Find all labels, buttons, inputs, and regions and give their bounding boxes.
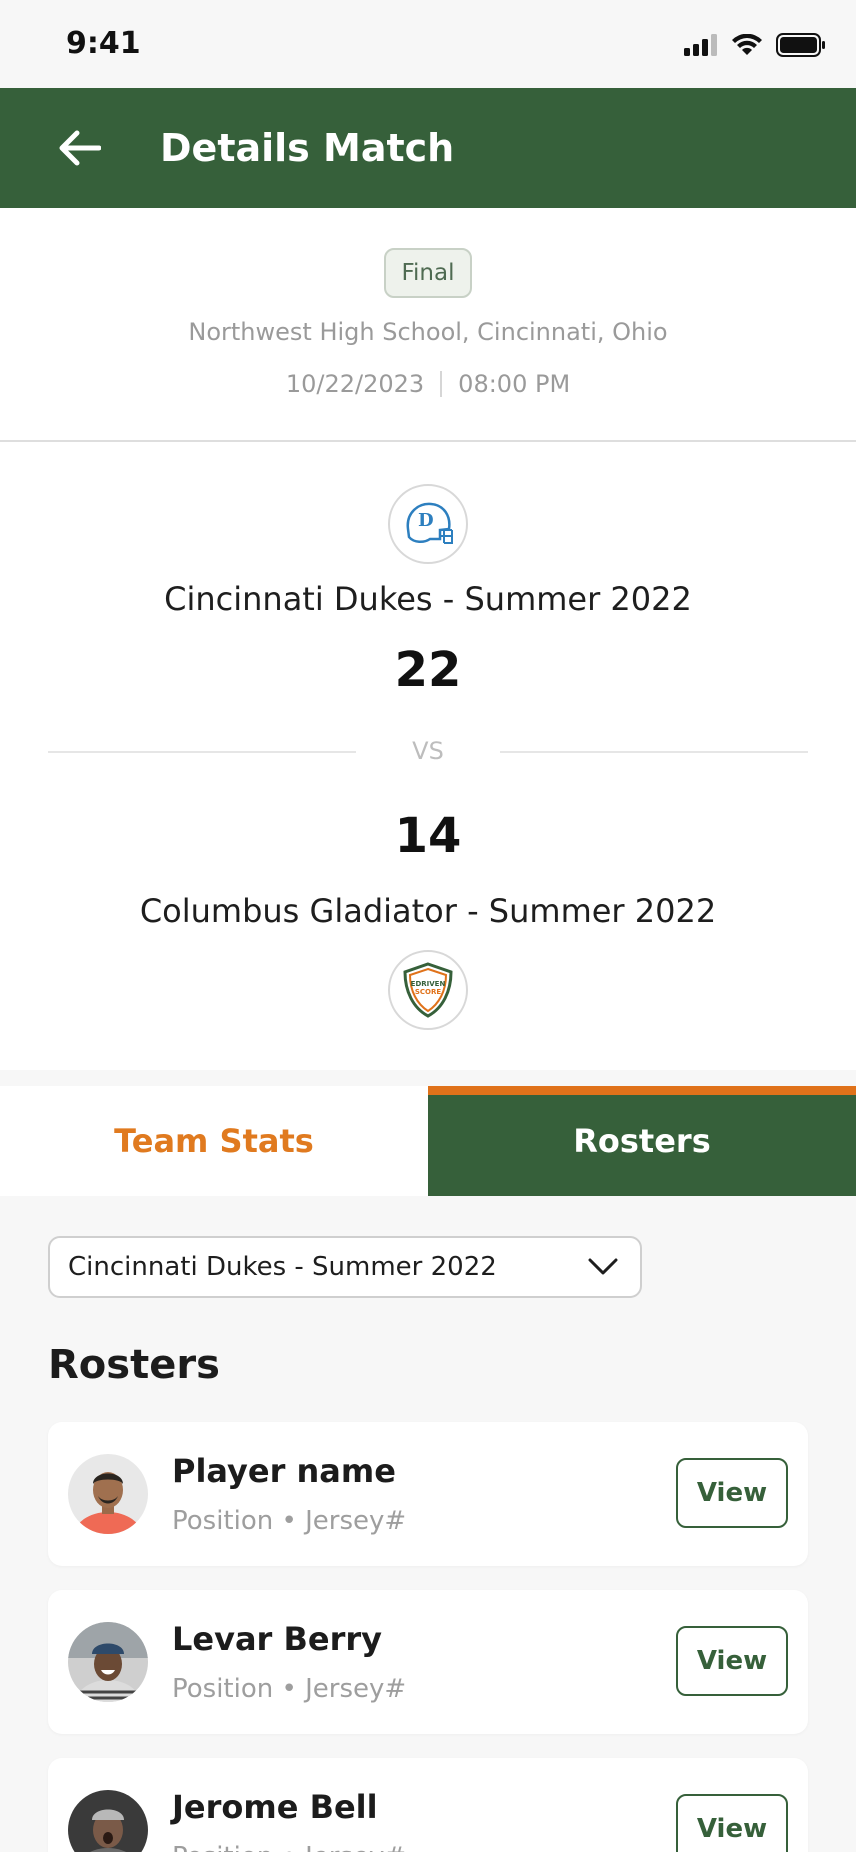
status-time: 9:41: [66, 26, 141, 61]
avatar: [68, 1622, 148, 1702]
player-name: Jerome Bell: [172, 1788, 378, 1826]
chevron-down-icon: [588, 1258, 618, 1275]
home-team-logo: D: [388, 484, 468, 564]
away-team-logo: EDRIVEN SCORE: [388, 950, 468, 1030]
wifi-icon: [732, 34, 762, 55]
team-select-dropdown[interactable]: Cincinnati Dukes - Summer 2022: [48, 1236, 642, 1298]
match-venue: Northwest High School, Cincinnati, Ohio: [188, 318, 668, 346]
player-name: Player name: [172, 1452, 396, 1490]
avatar: [68, 1454, 148, 1534]
roster-item: Jerome Bell Position • Jersey# View: [48, 1758, 808, 1852]
view-player-button[interactable]: View: [676, 1458, 788, 1528]
crest-text-bottom: SCORE: [415, 988, 442, 996]
player-position-jersey: Position • Jersey#: [172, 1506, 407, 1536]
back-button[interactable]: [40, 108, 120, 188]
tab-rosters[interactable]: Rosters: [428, 1086, 856, 1196]
cellular-signal-icon: [684, 34, 717, 56]
scoreboard: D Cincinnati Dukes - Summer 2022 22 VS 1…: [0, 442, 856, 1070]
player-name: Levar Berry: [172, 1620, 382, 1658]
vs-line-right: [500, 751, 808, 753]
home-team-score: 22: [394, 642, 462, 698]
arrow-left-icon: [59, 130, 101, 166]
player-position-jersey: Position • Jersey#: [172, 1842, 406, 1852]
vs-label: VS: [412, 737, 444, 765]
vs-line-left: [48, 751, 356, 753]
match-date: 10/22/2023: [285, 370, 425, 398]
status-icons: [684, 32, 826, 58]
tab-bar: Team Stats Rosters: [0, 1086, 856, 1196]
rosters-section-title: Rosters: [48, 1342, 220, 1388]
away-team-score: 14: [394, 808, 462, 864]
battery-icon: [776, 33, 825, 57]
app-header: Details Match: [0, 88, 856, 208]
date-time-divider: [440, 371, 443, 397]
team-select-value: Cincinnati Dukes - Summer 2022: [68, 1252, 497, 1282]
vs-divider: VS: [48, 737, 808, 767]
match-datetime: 10/22/2023 08:00 PM: [0, 370, 856, 398]
view-player-button[interactable]: View: [676, 1794, 788, 1852]
match-info: Final Northwest High School, Cincinnati,…: [0, 208, 856, 442]
roster-item: Levar Berry Position • Jersey# View: [48, 1590, 808, 1734]
status-bar: 9:41: [0, 0, 856, 88]
roster-item: Player name Position • Jersey# View: [48, 1422, 808, 1566]
svg-text:D: D: [418, 510, 434, 531]
match-status-badge: Final: [384, 248, 472, 298]
player-position-jersey: Position • Jersey#: [172, 1674, 407, 1704]
avatar: [68, 1790, 148, 1852]
away-team-name: Columbus Gladiator - Summer 2022: [139, 892, 717, 930]
shield-crest-icon: EDRIVEN SCORE: [403, 962, 453, 1018]
view-player-button[interactable]: View: [676, 1626, 788, 1696]
tab-team-stats[interactable]: Team Stats: [0, 1086, 428, 1196]
football-helmet-icon: D: [406, 502, 453, 544]
page-title: Details Match: [160, 126, 455, 170]
match-time: 08:00 PM: [458, 370, 571, 398]
home-team-name: Cincinnati Dukes - Summer 2022: [164, 580, 692, 618]
crest-text-top: EDRIVEN: [411, 980, 446, 988]
